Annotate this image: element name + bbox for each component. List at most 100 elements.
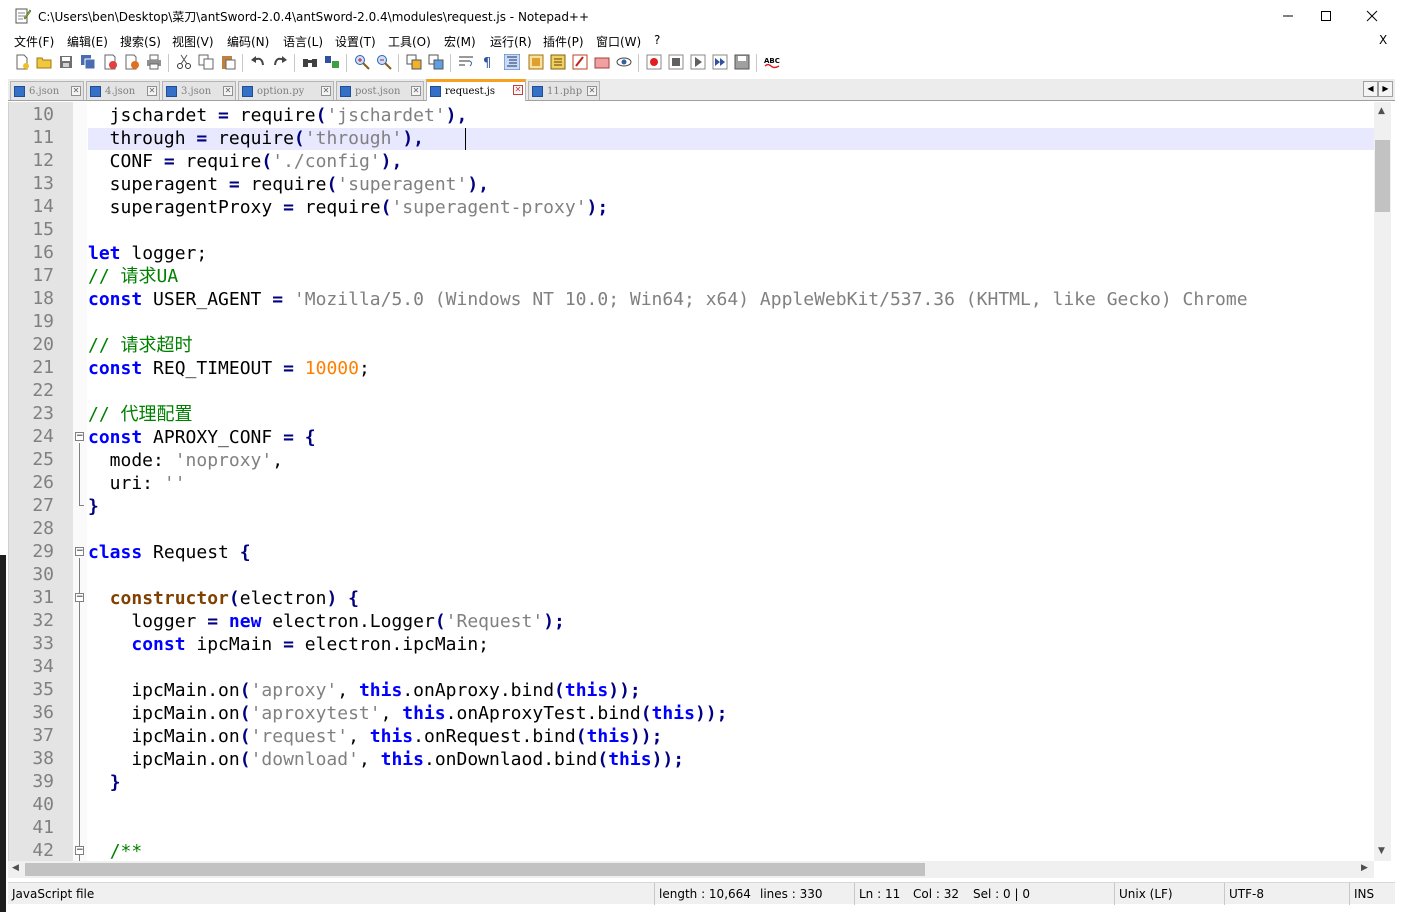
project-panel-icon[interactable] bbox=[594, 54, 610, 70]
code-line[interactable]: let logger; bbox=[88, 242, 207, 265]
title-bar[interactable]: C:\Users\ben\Desktop\菜刀\antSword-2.0.4\a… bbox=[0, 0, 1403, 31]
word-wrap-icon[interactable] bbox=[458, 54, 474, 70]
close-all-icon[interactable] bbox=[124, 54, 140, 70]
code-area[interactable]: jschardet = require('jschardet'), throug… bbox=[88, 102, 1374, 861]
menu-settings[interactable]: 设置(T) bbox=[335, 33, 376, 50]
scroll-left-icon[interactable]: ◀ bbox=[12, 863, 19, 873]
tab-close-icon[interactable]: ✕ bbox=[587, 86, 597, 96]
menu-plugins[interactable]: 插件(P) bbox=[543, 33, 584, 50]
code-line[interactable]: constructor(electron) { bbox=[88, 587, 359, 610]
menu-language[interactable]: 语言(L) bbox=[283, 33, 323, 50]
code-line[interactable]: // 请求超时 bbox=[88, 334, 193, 357]
menu-file[interactable]: 文件(F) bbox=[14, 33, 54, 50]
menu-edit[interactable]: 编辑(E) bbox=[67, 33, 108, 50]
code-line[interactable]: uri: '' bbox=[88, 472, 186, 495]
tab-close-icon[interactable]: ✕ bbox=[71, 86, 81, 96]
record-macro-icon[interactable] bbox=[646, 54, 662, 70]
code-line[interactable]: // 代理配置 bbox=[88, 403, 193, 426]
tab-request-js[interactable]: request.js ✕ bbox=[426, 79, 526, 101]
code-line[interactable]: CONF = require('./config'), bbox=[88, 150, 403, 173]
play-macro-icon[interactable] bbox=[690, 54, 706, 70]
fold-toggle-icon[interactable]: − bbox=[75, 846, 84, 855]
monitoring-icon[interactable] bbox=[616, 54, 632, 70]
run-macro-multiple-icon[interactable] bbox=[712, 54, 728, 70]
replace-icon[interactable] bbox=[324, 54, 340, 70]
tab-4-json[interactable]: 4.json ✕ bbox=[86, 81, 160, 100]
find-icon[interactable] bbox=[302, 54, 318, 70]
scroll-down-icon[interactable]: ▼ bbox=[1378, 846, 1385, 856]
cut-icon[interactable] bbox=[176, 54, 192, 70]
save-macro-icon[interactable] bbox=[734, 54, 750, 70]
horizontal-scroll-thumb[interactable] bbox=[25, 863, 925, 876]
tab-3-json[interactable]: 3.json ✕ bbox=[162, 81, 236, 100]
stop-macro-icon[interactable] bbox=[668, 54, 684, 70]
vertical-scroll-thumb[interactable] bbox=[1375, 140, 1390, 212]
menu-macro[interactable]: 宏(M) bbox=[444, 33, 476, 50]
code-line[interactable]: const APROXY_CONF = { bbox=[88, 426, 316, 449]
code-line[interactable]: ipcMain.on('aproxy', this.onAproxy.bind(… bbox=[88, 679, 640, 702]
code-line[interactable]: through = require('through'), bbox=[88, 127, 424, 150]
menu-search[interactable]: 搜索(S) bbox=[120, 33, 161, 50]
scroll-up-icon[interactable]: ▲ bbox=[1378, 106, 1385, 116]
menu-encoding[interactable]: 编码(N) bbox=[227, 33, 269, 50]
code-line[interactable]: /** bbox=[88, 840, 143, 861]
tab-close-icon[interactable]: ✕ bbox=[513, 85, 523, 95]
tab-option-py[interactable]: option.py ✕ bbox=[238, 81, 334, 100]
tab-11-php[interactable]: 11.php ✕ bbox=[528, 81, 600, 100]
close-window-button[interactable] bbox=[1349, 0, 1395, 31]
zoom-out-icon[interactable] bbox=[376, 54, 392, 70]
code-line[interactable]: } bbox=[88, 495, 99, 518]
save-icon[interactable] bbox=[58, 54, 74, 70]
paste-icon[interactable] bbox=[220, 54, 236, 70]
maximize-button[interactable] bbox=[1303, 0, 1349, 31]
menu-tools[interactable]: 工具(O) bbox=[388, 33, 431, 50]
doc-map-icon[interactable] bbox=[528, 54, 544, 70]
tab-close-icon[interactable]: ✕ bbox=[321, 86, 331, 96]
undo-icon[interactable] bbox=[250, 54, 266, 70]
code-line[interactable]: const ipcMain = electron.ipcMain; bbox=[88, 633, 489, 656]
open-file-icon[interactable] bbox=[36, 54, 52, 70]
code-line[interactable]: class Request { bbox=[88, 541, 251, 564]
indent-guide-icon[interactable] bbox=[504, 54, 520, 70]
fold-toggle-icon[interactable]: − bbox=[75, 593, 84, 602]
code-line[interactable]: const REQ_TIMEOUT = 10000; bbox=[88, 357, 370, 380]
menu-window[interactable]: 窗口(W) bbox=[596, 33, 641, 50]
fold-toggle-icon[interactable]: − bbox=[75, 432, 84, 441]
sync-horizontal-icon[interactable] bbox=[428, 54, 444, 70]
close-document-button[interactable]: X bbox=[1379, 33, 1387, 47]
tab-close-icon[interactable]: ✕ bbox=[147, 86, 157, 96]
save-all-icon[interactable] bbox=[80, 54, 96, 70]
horizontal-scrollbar[interactable]: ◀ ▶ bbox=[8, 861, 1374, 878]
tab-post-json[interactable]: post.json ✕ bbox=[336, 81, 424, 100]
redo-icon[interactable] bbox=[272, 54, 288, 70]
code-line[interactable]: ipcMain.on('aproxytest', this.onAproxyTe… bbox=[88, 702, 727, 725]
menu-view[interactable]: 视图(V) bbox=[172, 33, 214, 50]
code-line[interactable]: ipcMain.on('download', this.onDownlaod.b… bbox=[88, 748, 684, 771]
spell-check-icon[interactable]: ABC bbox=[764, 54, 780, 70]
zoom-in-icon[interactable] bbox=[354, 54, 370, 70]
status-encoding[interactable]: UTF-8 bbox=[1224, 883, 1264, 905]
tab-close-icon[interactable]: ✕ bbox=[223, 86, 233, 96]
tab-6-json[interactable]: 6.json ✕ bbox=[10, 81, 84, 100]
menu-run[interactable]: 运行(R) bbox=[490, 33, 532, 50]
show-all-chars-icon[interactable]: ¶ bbox=[480, 54, 496, 70]
code-line[interactable]: superagent = require('superagent'), bbox=[88, 173, 489, 196]
new-file-icon[interactable] bbox=[14, 54, 30, 70]
tab-scroll-right-icon[interactable]: ▶ bbox=[1378, 81, 1393, 97]
code-line[interactable]: ipcMain.on('request', this.onRequest.bin… bbox=[88, 725, 662, 748]
code-line[interactable]: superagentProxy = require('superagent-pr… bbox=[88, 196, 609, 219]
code-line[interactable]: jschardet = require('jschardet'), bbox=[88, 104, 468, 127]
menu-help[interactable]: ? bbox=[654, 33, 660, 47]
tab-close-icon[interactable]: ✕ bbox=[411, 86, 421, 96]
vertical-scrollbar[interactable]: ▲ ▼ bbox=[1374, 102, 1391, 861]
code-line[interactable]: logger = new electron.Logger('Request'); bbox=[88, 610, 565, 633]
code-line[interactable]: } bbox=[88, 771, 121, 794]
folder-workspace-icon[interactable] bbox=[572, 54, 588, 70]
scroll-right-icon[interactable]: ▶ bbox=[1361, 863, 1368, 873]
code-editor[interactable]: 10 11 12 13 14 15 16 17 18 19 20 21 22 23 24 25 26 27 28 29… bbox=[8, 102, 1395, 861]
code-line[interactable]: mode: 'noproxy', bbox=[88, 449, 283, 472]
copy-icon[interactable] bbox=[198, 54, 214, 70]
function-list-icon[interactable] bbox=[550, 54, 566, 70]
close-file-icon[interactable] bbox=[102, 54, 118, 70]
status-eol[interactable]: Unix (LF) bbox=[1114, 883, 1173, 905]
